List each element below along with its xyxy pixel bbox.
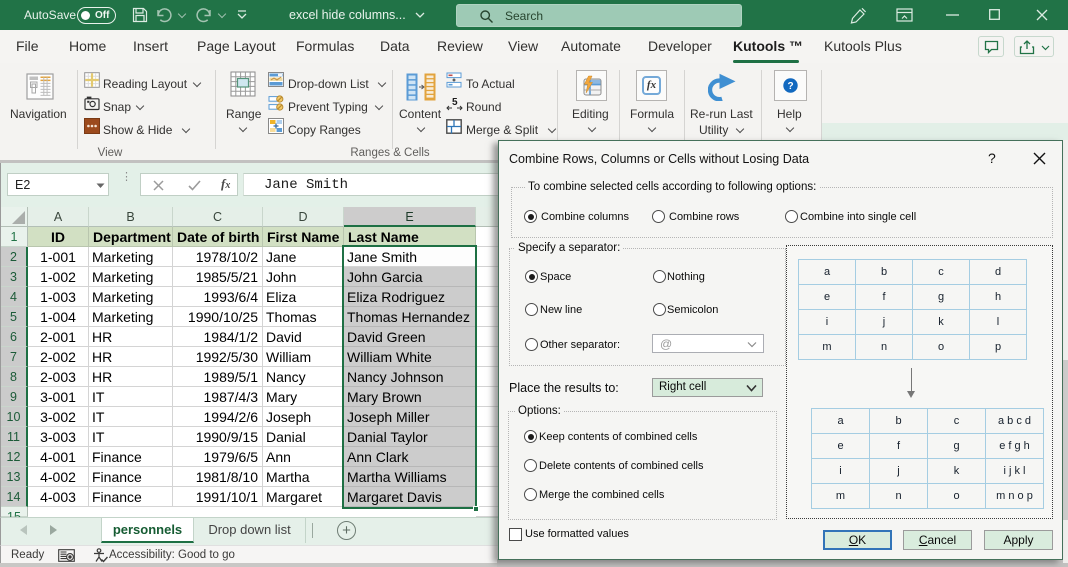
svg-text:5: 5 [452,97,458,108]
svg-text:?: ? [787,81,793,92]
